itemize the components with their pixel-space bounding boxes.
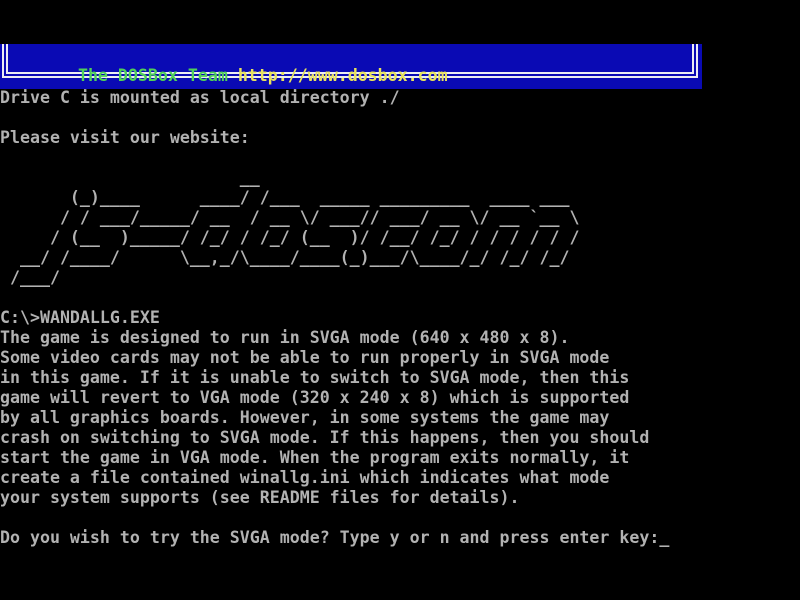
jsdos-ascii-logo-line: / / ___/_____/ __ / __ \/ ___// ___/ __ … [0,208,800,228]
program-output-line: create a file contained winallg.ini whic… [0,468,800,488]
blank-line [0,148,800,168]
blank-line [0,508,800,528]
command-prompt-line: C:\>WANDALLG.EXE [0,308,800,328]
jsdos-ascii-logo-line: /___/ [0,268,800,288]
program-output-line: The game is designed to run in SVGA mode… [0,328,800,348]
program-output-line: in this game. If it is unable to switch … [0,368,800,388]
program-output-line: crash on switching to SVGA mode. If this… [0,428,800,448]
website-message: Please visit our website: [0,128,800,148]
blank-line [0,108,800,128]
jsdos-ascii-logo-line: (_)____ ____/ /___ _____ _________ ____ … [0,188,800,208]
blank-line [0,288,800,308]
dosbox-screen[interactable]: The DOSBox Team http://www.dosbox.com Dr… [0,0,800,600]
mount-message: Drive C is mounted as local directory ./ [0,88,800,108]
dosbox-team-label: The DOSBox Team [78,66,238,85]
banner-text: The DOSBox Team http://www.dosbox.com [18,49,448,69]
jsdos-ascii-logo-line: __/ /____/ \__,_/\____/____(_)___/\____/… [0,248,800,268]
svga-question-input-line[interactable]: Do you wish to try the SVGA mode? Type y… [0,528,800,548]
dosbox-url-text: http://www.dosbox.com [238,66,448,85]
program-output-line: game will revert to VGA mode (320 x 240 … [0,388,800,408]
program-output-line: your system supports (see README files f… [0,488,800,508]
program-output-line: Some video cards may not be able to run … [0,348,800,368]
program-output-line: by all graphics boards. However, in some… [0,408,800,428]
program-output-line: start the game in VGA mode. When the pro… [0,448,800,468]
jsdos-ascii-logo-line: / (__ )_____/ /_/ / /_/ (__ )/ /__/ /_/ … [0,228,800,248]
svga-question-text: Do you wish to try the SVGA mode? Type y… [0,528,659,547]
dosbox-banner: The DOSBox Team http://www.dosbox.com [0,44,702,89]
console-output: Drive C is mounted as local directory ./… [0,88,800,548]
text-cursor[interactable]: _ [659,528,669,547]
jsdos-ascii-logo-line: __ [0,168,800,188]
